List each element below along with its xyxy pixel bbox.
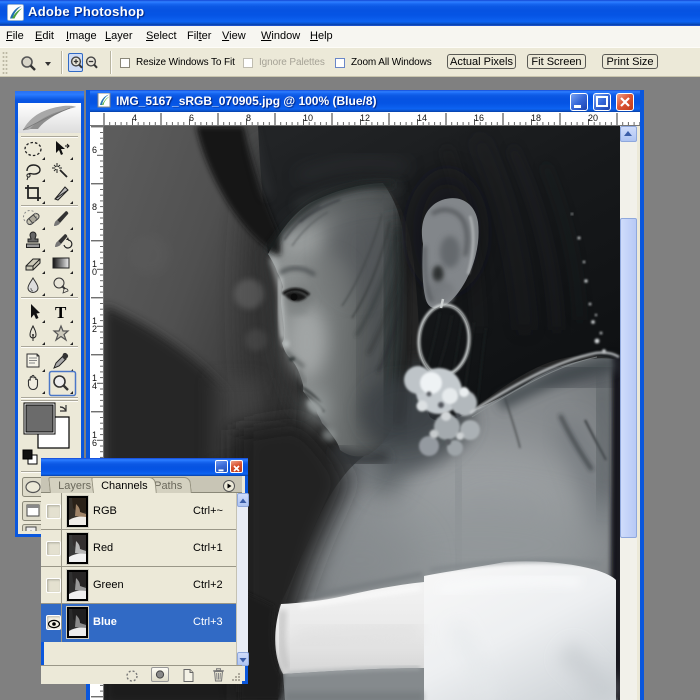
svg-text:4: 4 (132, 113, 137, 123)
svg-text:8: 8 (246, 113, 251, 123)
svg-text:20: 20 (588, 113, 598, 123)
svg-text:10: 10 (303, 113, 313, 123)
svg-text:6: 6 (189, 113, 194, 123)
svg-text:T: T (55, 303, 67, 322)
svg-text:0: 0 (92, 267, 97, 277)
svg-text:18: 18 (531, 113, 541, 123)
svg-text:14: 14 (417, 113, 427, 123)
svg-text:16: 16 (474, 113, 484, 123)
svg-text:6: 6 (92, 438, 97, 448)
svg-text:12: 12 (360, 113, 370, 123)
svg-text:4: 4 (92, 381, 97, 391)
svg-text:6: 6 (92, 145, 97, 155)
svg-text:8: 8 (92, 202, 97, 212)
svg-text:2: 2 (92, 324, 97, 334)
